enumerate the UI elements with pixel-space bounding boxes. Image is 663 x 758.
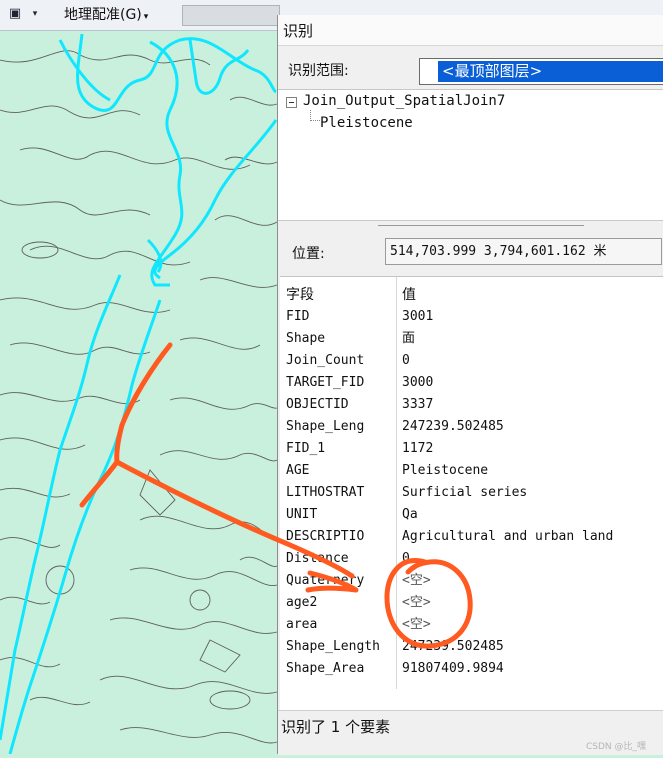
dropdown-icon[interactable]: ▾	[26, 4, 44, 24]
chevron-down-icon: ▾	[143, 12, 149, 22]
watermark: CSDN @比_嘿	[586, 742, 647, 752]
field-name: UNIT	[286, 507, 318, 522]
table-row[interactable]: Distance 0	[280, 548, 663, 570]
field-value: Qa	[402, 507, 418, 522]
field-name: Shape	[286, 331, 326, 346]
location-label: 位置:	[292, 246, 325, 262]
field-value: 面	[402, 331, 416, 346]
field-name: Shape_Length	[286, 639, 380, 654]
field-name: Join_Count	[286, 353, 365, 368]
tree-connector	[310, 110, 320, 121]
table-header: 字段 值	[280, 284, 663, 306]
field-value: <空>	[402, 573, 431, 588]
field-name: Quaternery	[286, 573, 365, 588]
table-row[interactable]: age2 <空>	[280, 592, 663, 614]
column-header-field[interactable]: 字段	[286, 284, 396, 306]
table-row[interactable]: Shape_Length 247239.502485	[280, 636, 663, 658]
field-name: Shape_Leng	[286, 419, 365, 434]
field-value: 247239.502485	[402, 639, 504, 654]
field-value: 1172	[402, 441, 434, 456]
identify-scope-value: <最顶部图层>	[438, 61, 663, 82]
field-value: 0	[402, 551, 410, 566]
field-name: AGE	[286, 463, 310, 478]
table-row[interactable]: Join_Count 0	[280, 350, 663, 372]
field-value: Surficial series	[402, 485, 528, 500]
window-titlebar[interactable]: 识别	[278, 15, 663, 46]
field-name: DESCRIPTIO	[286, 529, 365, 544]
field-value: 3337	[402, 397, 434, 412]
georeferencing-menu[interactable]: 地理配准(G) ▾	[60, 4, 152, 26]
field-value: 3001	[402, 309, 434, 324]
georef-layer-field[interactable]	[182, 5, 280, 26]
field-value: 0	[402, 353, 410, 368]
field-value: 91807409.9894	[402, 661, 504, 676]
field-name: FID_1	[286, 441, 326, 456]
field-name: Distance	[286, 551, 349, 566]
table-row[interactable]: LITHOSTRAT Surficial series	[280, 482, 663, 504]
table-row[interactable]: FID_1 1172	[280, 438, 663, 460]
field-value: 247239.502485	[402, 419, 504, 434]
table-row[interactable]: Shape 面	[280, 328, 663, 350]
table-row[interactable]: UNIT Qa	[280, 504, 663, 526]
field-name: LITHOSTRAT	[286, 485, 365, 500]
field-value: Pleistocene	[402, 463, 489, 478]
field-name: TARGET_FID	[286, 375, 365, 390]
table-row[interactable]: AGE Pleistocene	[280, 460, 663, 482]
field-name: OBJECTID	[286, 397, 349, 412]
table-row[interactable]: Shape_Leng 247239.502485	[280, 416, 663, 438]
table-row[interactable]: TARGET_FID 3000	[280, 372, 663, 394]
identify-window: 识别 识别范围: <最顶部图层> Join_Output_SpatialJoin…	[277, 15, 663, 755]
results-tree: Join_Output_SpatialJoin7 Pleistocene	[278, 89, 663, 221]
tree-node-layer[interactable]: Join_Output_SpatialJoin7	[303, 93, 505, 109]
field-name: age2	[286, 595, 318, 610]
table-row[interactable]: DESCRIPTIO Agricultural and urban land	[280, 526, 663, 548]
table-row[interactable]: OBJECTID 3337	[280, 394, 663, 416]
location-field[interactable]: 514,703.999 3,794,601.162 米	[385, 238, 662, 265]
panel-splitter[interactable]	[378, 225, 584, 226]
georeferencing-menu-label: 地理配准(G)	[64, 7, 142, 23]
table-row[interactable]: FID 3001	[280, 306, 663, 328]
tree-collapse-icon[interactable]	[286, 97, 297, 108]
identify-scope-select[interactable]: <最顶部图层>	[419, 58, 663, 85]
table-row[interactable]: Quaternery <空>	[280, 570, 663, 592]
window-title: 识别	[283, 22, 314, 40]
field-value: <空>	[402, 617, 431, 632]
field-value: 3000	[402, 375, 434, 390]
table-row[interactable]: area <空>	[280, 614, 663, 636]
column-header-value[interactable]: 值	[402, 284, 663, 306]
identify-scope-label: 识别范围:	[288, 63, 349, 79]
layers-icon[interactable]: ▣	[6, 4, 24, 24]
field-value: Agricultural and urban land	[402, 529, 614, 544]
field-value: <空>	[402, 595, 431, 610]
status-text: 识别了 1 个要素	[281, 718, 391, 736]
attribute-table: 字段 值 FID 3001 Shape 面 Join_Count 0 TARGET_F…	[280, 276, 663, 711]
table-row[interactable]: Shape_Area 91807409.9894	[280, 658, 663, 680]
tree-node-feature[interactable]: Pleistocene	[320, 115, 413, 131]
field-name: FID	[286, 309, 310, 324]
field-name: area	[286, 617, 318, 632]
field-name: Shape_Area	[286, 661, 365, 676]
